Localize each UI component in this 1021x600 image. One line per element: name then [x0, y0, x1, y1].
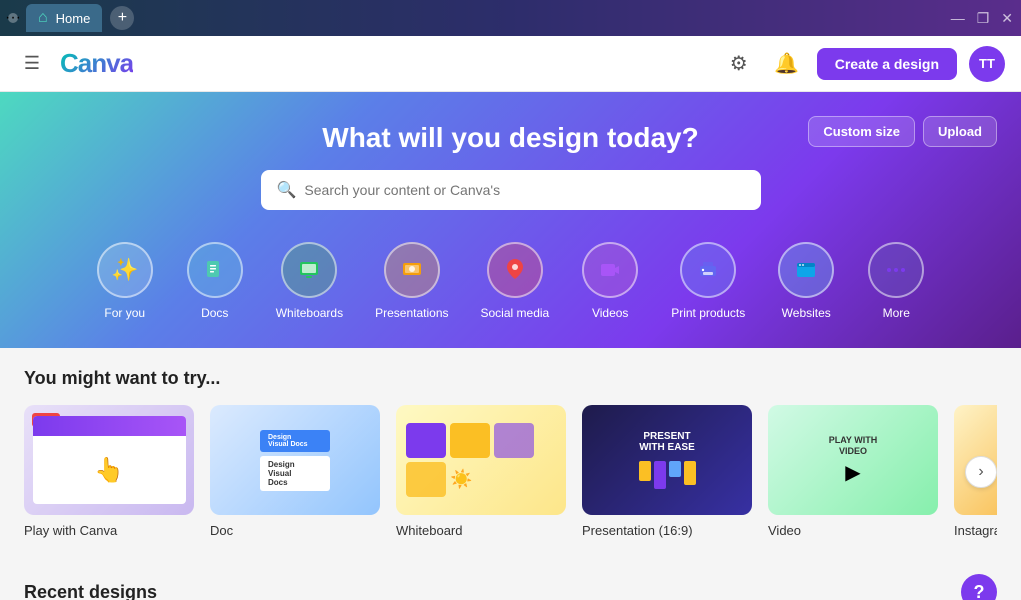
card-play-label: Play with Canva: [24, 523, 194, 538]
category-presentations[interactable]: Presentations: [359, 234, 464, 328]
presentation-content: PRESENTWITH EASE: [639, 431, 696, 489]
category-websites-label: Websites: [782, 306, 831, 320]
close-button[interactable]: ✕: [1001, 10, 1013, 27]
bar-2: [654, 461, 666, 489]
titlebar-dots: ···: [8, 13, 18, 23]
search-icon: 🔍: [277, 180, 297, 200]
wb-block-yellow2: [406, 462, 446, 497]
recent-designs-section: Recent designs ?: [0, 558, 1021, 600]
category-more-label: More: [883, 306, 910, 320]
custom-size-button[interactable]: Custom size: [808, 116, 915, 147]
category-videos-icon: [582, 242, 638, 298]
hero-banner: Custom size Upload What will you design …: [0, 92, 1021, 348]
category-for-you[interactable]: ✨ For you: [80, 234, 170, 328]
main-content: Custom size Upload What will you design …: [0, 92, 1021, 600]
card-video-label: Video: [768, 523, 938, 538]
wb-block-yellow: [450, 423, 490, 458]
cards-next-button[interactable]: ›: [965, 456, 997, 488]
more-options-button[interactable]: ···: [8, 13, 18, 23]
titlebar: ··· ⌂ Home + — ❐ ✕: [0, 0, 1021, 36]
category-social-media-icon: [487, 242, 543, 298]
card-doc[interactable]: DesignVisual Docs DesignVisualDocs Doc: [210, 405, 380, 538]
wb-sun-icon: ☀️: [450, 462, 472, 497]
category-more-icon: [868, 242, 924, 298]
card-presentation[interactable]: PRESENTWITH EASE Presentation (16:9): [582, 405, 752, 538]
settings-button[interactable]: ⚙: [721, 46, 757, 82]
card-doc-thumbnail: DesignVisual Docs DesignVisualDocs: [210, 405, 380, 515]
create-design-button[interactable]: Create a design: [817, 48, 957, 80]
category-whiteboards-label: Whiteboards: [276, 306, 343, 320]
category-presentations-label: Presentations: [375, 306, 448, 320]
category-docs[interactable]: Docs: [170, 234, 260, 328]
doc-page-white: DesignVisualDocs: [260, 456, 330, 491]
presentation-text: PRESENTWITH EASE: [639, 431, 696, 453]
try-section: You might want to try... TRY 👆 Play with…: [0, 348, 1021, 558]
wb-block-purple: [406, 423, 446, 458]
notifications-button[interactable]: 🔔: [769, 46, 805, 82]
category-print-products-label: Print products: [671, 306, 745, 320]
maximize-button[interactable]: ❐: [977, 10, 990, 27]
card-doc-label: Doc: [210, 523, 380, 538]
avatar[interactable]: TT: [969, 46, 1005, 82]
category-websites-icon: [778, 242, 834, 298]
titlebar-controls: — ❐ ✕: [951, 10, 1013, 27]
doc-page-blue: DesignVisual Docs: [260, 430, 330, 452]
category-videos-label: Videos: [592, 306, 628, 320]
category-social-media-label: Social media: [481, 306, 550, 320]
header: ☰ Canva ⚙ 🔔 Create a design TT: [0, 36, 1021, 92]
video-content: PLAY WITHVIDEO ▶: [829, 435, 878, 486]
search-bar: 🔍: [261, 170, 761, 210]
card-whiteboard-label: Whiteboard: [396, 523, 566, 538]
card-whiteboard[interactable]: ☀️ Whiteboard: [396, 405, 566, 538]
bar-1: [639, 461, 651, 481]
home-icon: ⌂: [38, 9, 48, 27]
category-videos[interactable]: Videos: [565, 234, 655, 328]
categories-row: ✨ For you Docs Whiteboards: [24, 234, 997, 328]
header-right: ⚙ 🔔 Create a design TT: [721, 46, 1005, 82]
video-text: PLAY WITHVIDEO: [829, 435, 878, 457]
upload-button[interactable]: Upload: [923, 116, 997, 147]
wb-block-purple2: [494, 423, 534, 458]
try-cards-row: TRY 👆 Play with Canva DesignVisual Docs …: [24, 405, 997, 538]
presentation-bars: [639, 461, 696, 489]
category-docs-label: Docs: [201, 306, 228, 320]
category-whiteboards[interactable]: Whiteboards: [260, 234, 359, 328]
recent-designs-title: Recent designs: [24, 582, 157, 600]
category-print-products-icon: [680, 242, 736, 298]
category-presentations-icon: [384, 242, 440, 298]
tab-home-label: Home: [56, 11, 91, 26]
category-websites[interactable]: Websites: [761, 234, 851, 328]
category-whiteboards-icon: [281, 242, 337, 298]
minimize-button[interactable]: —: [951, 10, 965, 26]
card-video-thumbnail: PLAY WITHVIDEO ▶: [768, 405, 938, 515]
card-presentation-label: Presentation (16:9): [582, 523, 752, 538]
card-whiteboard-thumbnail: ☀️: [396, 405, 566, 515]
play-mockup: 👆: [33, 416, 186, 504]
card-presentation-thumbnail: PRESENTWITH EASE: [582, 405, 752, 515]
category-more[interactable]: More: [851, 234, 941, 328]
category-for-you-label: For you: [104, 306, 145, 320]
bar-4: [684, 461, 696, 485]
category-social-media[interactable]: Social media: [465, 234, 566, 328]
category-for-you-icon: ✨: [97, 242, 153, 298]
try-section-title: You might want to try...: [24, 368, 997, 389]
hero-content: What will you design today? 🔍 ✨ For you …: [24, 122, 997, 328]
bar-3: [669, 461, 681, 477]
category-docs-icon: [187, 242, 243, 298]
category-print-products[interactable]: Print products: [655, 234, 761, 328]
play-icon: ▶: [829, 460, 878, 485]
card-video[interactable]: PLAY WITHVIDEO ▶ Video: [768, 405, 938, 538]
add-tab-button[interactable]: +: [110, 6, 134, 30]
canva-logo[interactable]: Canva: [60, 48, 133, 79]
menu-button[interactable]: ☰: [16, 48, 48, 80]
card-play-with-canva[interactable]: TRY 👆 Play with Canva: [24, 405, 194, 538]
hero-buttons: Custom size Upload: [808, 116, 997, 147]
titlebar-home-tab[interactable]: ⌂ Home: [26, 4, 102, 32]
card-instagram-label: Instagram Post (S...: [954, 523, 997, 538]
doc-mockup: DesignVisual Docs DesignVisualDocs: [260, 430, 330, 491]
whiteboard-blocks: ☀️: [396, 405, 566, 515]
card-play-thumbnail: TRY 👆: [24, 405, 194, 515]
help-button[interactable]: ?: [961, 574, 997, 600]
search-input[interactable]: [304, 182, 744, 198]
